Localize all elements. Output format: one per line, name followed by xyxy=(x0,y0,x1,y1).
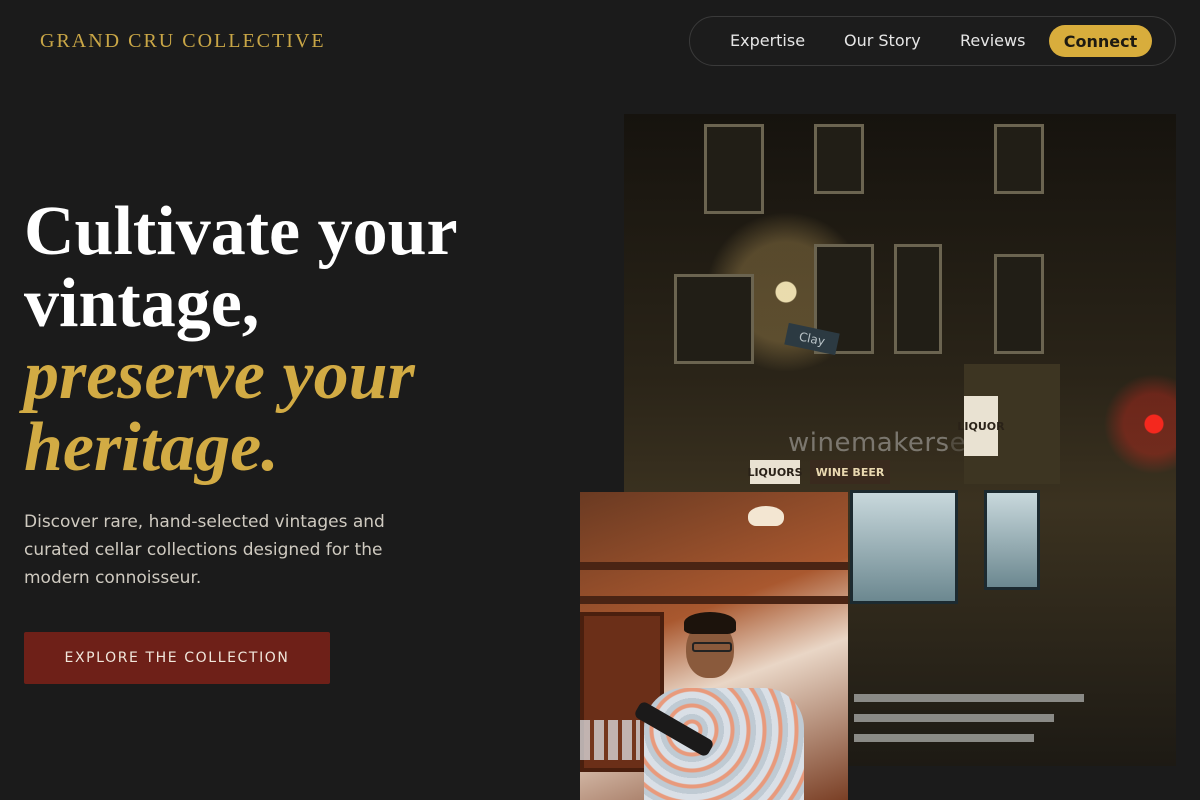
headline-line-1: Cultivate your xyxy=(24,193,458,270)
brand-logo[interactable]: GRAND CRU COLLECTIVE xyxy=(40,30,326,53)
watermark: winemakerse xyxy=(788,428,966,458)
watermark-text: winemakers xyxy=(788,428,950,458)
connect-button[interactable]: Connect xyxy=(1049,25,1152,57)
watermark-faint-text: e xyxy=(949,428,967,458)
liquor-corner-sign: LIQUOR xyxy=(957,396,1005,456)
crosswalk-stripe xyxy=(854,734,1034,742)
building-window xyxy=(994,124,1044,194)
headline-line-2: vintage, xyxy=(24,265,260,342)
floral-shirt xyxy=(644,688,804,800)
bartender-photo xyxy=(580,492,848,800)
nav-link-expertise[interactable]: Expertise xyxy=(730,31,805,50)
nav-link-our-story[interactable]: Our Story xyxy=(844,31,921,50)
main-nav: Expertise Our Story Reviews Connect xyxy=(689,16,1176,66)
hero-description: Discover rare, hand-selected vintages an… xyxy=(24,512,385,588)
headline-accent-line-1: preserve your xyxy=(24,337,415,414)
wine-beer-sign: WINE BEER xyxy=(810,460,890,484)
crosswalk-stripe xyxy=(854,694,1084,702)
building-window xyxy=(674,274,754,364)
crosswalk-stripe xyxy=(854,714,1054,722)
explore-collection-button[interactable]: EXPLORE THE COLLECTION xyxy=(24,632,330,684)
store-window xyxy=(984,490,1040,590)
pendant-lamp xyxy=(748,506,784,526)
liquors-sign: LIQUORS xyxy=(747,460,803,484)
store-window xyxy=(850,490,958,604)
eyeglasses xyxy=(692,642,732,652)
building-window xyxy=(894,244,942,354)
glassware-row xyxy=(580,720,640,760)
bar-shelf xyxy=(580,562,848,570)
headline-accent-line-2: heritage. xyxy=(24,409,279,486)
building-window xyxy=(814,124,864,194)
building-window xyxy=(704,124,764,214)
bar-shelf xyxy=(580,596,848,604)
nav-link-reviews[interactable]: Reviews xyxy=(960,31,1025,50)
hero-headline: Cultivate your vintage, preserve your he… xyxy=(24,196,544,484)
person-hair xyxy=(684,612,736,634)
building-window xyxy=(994,254,1044,354)
